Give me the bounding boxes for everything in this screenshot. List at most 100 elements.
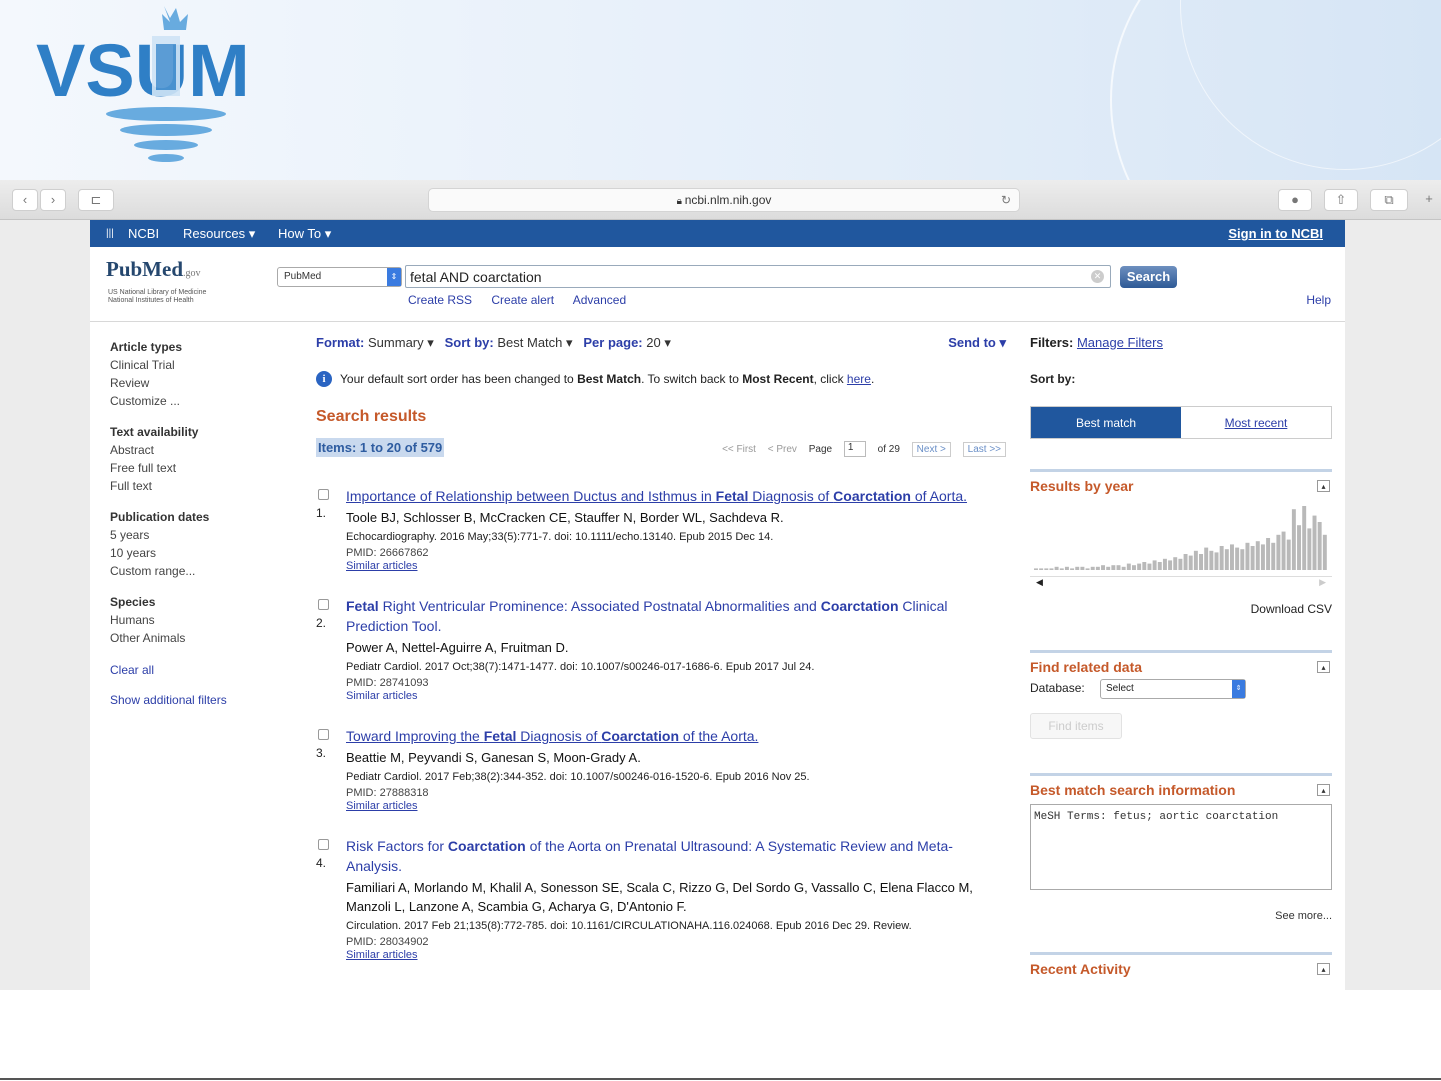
next-page-button[interactable]: Next > bbox=[911, 441, 951, 457]
year-bar[interactable] bbox=[1204, 547, 1209, 570]
reload-icon[interactable]: ↻ bbox=[1001, 189, 1011, 211]
year-bar[interactable] bbox=[1255, 541, 1260, 570]
result-checkbox[interactable] bbox=[318, 839, 329, 850]
year-bar[interactable] bbox=[1116, 565, 1121, 570]
last-page-button[interactable]: Last >> bbox=[962, 441, 1006, 457]
pubmed-logo[interactable]: PubMed.gov bbox=[106, 257, 201, 282]
year-bar[interactable] bbox=[1137, 563, 1142, 570]
year-bar[interactable] bbox=[1209, 550, 1214, 570]
share-button[interactable]: ⇧ bbox=[1324, 189, 1358, 211]
result-title-link[interactable]: Toward Improving the Fetal Diagnosis of … bbox=[346, 726, 1006, 746]
result-title-link[interactable]: Risk Factors for Coarctation of the Aort… bbox=[346, 836, 1006, 876]
year-bar[interactable] bbox=[1126, 563, 1131, 570]
collapse-icon[interactable]: ▴ bbox=[1317, 480, 1330, 492]
resources-menu[interactable]: Resources ▾ bbox=[183, 226, 255, 242]
result-title-link[interactable]: Importance of Relationship between Ductu… bbox=[346, 486, 1006, 506]
year-bar[interactable] bbox=[1075, 566, 1080, 570]
result-title-link[interactable]: Fetal Right Ventricular Prominence: Asso… bbox=[346, 596, 1006, 636]
year-bar[interactable] bbox=[1214, 552, 1219, 570]
result-checkbox[interactable] bbox=[318, 489, 329, 500]
clear-search-icon[interactable]: ✕ bbox=[1091, 270, 1104, 283]
filter-item[interactable]: Other Animals bbox=[110, 629, 280, 647]
similar-articles-link[interactable]: Similar articles bbox=[346, 690, 1006, 702]
year-bar[interactable] bbox=[1142, 562, 1147, 570]
sort-most-recent-button[interactable]: Most recent bbox=[1181, 407, 1331, 438]
new-tab-button[interactable]: + bbox=[1418, 189, 1440, 211]
year-bar[interactable] bbox=[1162, 558, 1167, 570]
year-bar[interactable] bbox=[1230, 544, 1234, 570]
show-additional-filters-link[interactable]: Show additional filters bbox=[110, 691, 280, 709]
year-bar[interactable] bbox=[1152, 560, 1157, 570]
page-number-input[interactable]: 1 bbox=[843, 441, 866, 457]
tabs-overview-button[interactable]: ⧉ bbox=[1370, 189, 1408, 211]
year-bar[interactable] bbox=[1147, 563, 1152, 570]
year-bar[interactable] bbox=[1101, 565, 1106, 570]
year-bar[interactable] bbox=[1178, 558, 1183, 570]
switch-sort-link[interactable]: here bbox=[847, 372, 871, 386]
similar-articles-link[interactable]: Similar articles bbox=[346, 800, 1006, 812]
collapse-icon[interactable]: ▴ bbox=[1317, 963, 1330, 975]
sort-best-match-button[interactable]: Best match bbox=[1031, 407, 1181, 438]
year-bar[interactable] bbox=[1286, 539, 1291, 570]
address-bar[interactable]: 🔒︎ ncbi.nlm.nih.gov ↻ bbox=[428, 188, 1020, 212]
related-database-select[interactable]: Select ⇕ bbox=[1100, 679, 1246, 699]
back-button[interactable]: ‹ bbox=[12, 189, 38, 211]
filter-item[interactable]: Humans bbox=[110, 611, 280, 629]
year-bar[interactable] bbox=[1302, 506, 1307, 570]
chart-scrollbar[interactable]: ◀ ▶ bbox=[1030, 576, 1332, 588]
see-more-link[interactable]: See more... bbox=[1030, 910, 1332, 922]
forward-button[interactable]: › bbox=[40, 189, 66, 211]
year-bar[interactable] bbox=[1193, 550, 1198, 570]
help-link[interactable]: Help bbox=[1306, 293, 1331, 307]
result-checkbox[interactable] bbox=[318, 729, 329, 740]
download-csv-link[interactable]: Download CSV bbox=[1030, 602, 1332, 616]
similar-articles-link[interactable]: Similar articles bbox=[346, 560, 1006, 572]
year-bar[interactable] bbox=[1054, 566, 1059, 570]
year-bar[interactable] bbox=[1297, 525, 1302, 570]
year-bar[interactable] bbox=[1168, 560, 1173, 570]
year-bar[interactable] bbox=[1307, 528, 1312, 570]
filter-item[interactable]: Free full text bbox=[110, 459, 280, 477]
send-to-menu[interactable]: Send to ▾ bbox=[948, 335, 1006, 351]
scroll-right-icon[interactable]: ▶ bbox=[1319, 577, 1326, 588]
year-bar[interactable] bbox=[1111, 565, 1116, 570]
year-bar[interactable] bbox=[1250, 546, 1255, 570]
year-bar[interactable] bbox=[1044, 568, 1049, 570]
year-bar[interactable] bbox=[1291, 509, 1296, 570]
year-bar[interactable] bbox=[1266, 538, 1271, 570]
filter-item[interactable]: Review bbox=[110, 374, 280, 392]
search-input[interactable]: fetal AND coarctation ✕ bbox=[405, 265, 1111, 288]
year-bar[interactable] bbox=[1219, 546, 1224, 570]
year-bar[interactable] bbox=[1085, 568, 1090, 570]
prev-page-button[interactable]: < Prev bbox=[768, 444, 797, 455]
create-rss-link[interactable]: Create RSS bbox=[408, 293, 472, 307]
year-bar[interactable] bbox=[1049, 568, 1054, 570]
per-page-selector[interactable]: Per page: 20 ▾ bbox=[583, 335, 670, 350]
find-items-button[interactable]: Find items bbox=[1030, 713, 1122, 739]
manage-filters-link[interactable]: Manage Filters bbox=[1077, 335, 1163, 350]
year-bar[interactable] bbox=[1039, 568, 1044, 570]
year-bar[interactable] bbox=[1224, 549, 1229, 570]
year-bar[interactable] bbox=[1132, 565, 1136, 570]
format-selector[interactable]: Format: Summary ▾ bbox=[316, 335, 434, 350]
year-bar[interactable] bbox=[1281, 531, 1286, 570]
year-bar[interactable] bbox=[1034, 568, 1038, 570]
year-bar[interactable] bbox=[1090, 566, 1095, 570]
year-bar[interactable] bbox=[1235, 547, 1240, 570]
collapse-icon[interactable]: ▴ bbox=[1317, 784, 1330, 796]
collapse-icon[interactable]: ▴ bbox=[1317, 661, 1330, 673]
sort-selector[interactable]: Sort by: Best Match ▾ bbox=[445, 335, 573, 350]
similar-articles-link[interactable]: Similar articles bbox=[346, 949, 1006, 961]
filter-item[interactable]: 10 years bbox=[110, 544, 280, 562]
year-bar[interactable] bbox=[1240, 549, 1245, 570]
results-by-year-chart[interactable] bbox=[1030, 500, 1332, 576]
sign-in-link[interactable]: Sign in to NCBI bbox=[1228, 226, 1323, 241]
first-page-button[interactable]: << First bbox=[722, 444, 756, 455]
search-button[interactable]: Search bbox=[1120, 266, 1177, 288]
year-bar[interactable] bbox=[1312, 515, 1317, 570]
year-bar[interactable] bbox=[1173, 557, 1178, 570]
year-bar[interactable] bbox=[1317, 522, 1322, 570]
year-bar[interactable] bbox=[1106, 566, 1111, 570]
how-to-menu[interactable]: How To ▾ bbox=[278, 226, 331, 242]
year-bar[interactable] bbox=[1157, 562, 1162, 570]
